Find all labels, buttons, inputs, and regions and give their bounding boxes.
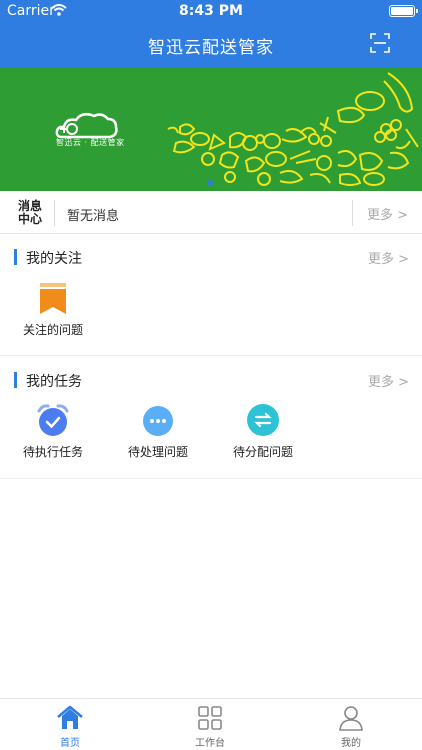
message-more-link[interactable]: 更多 > [367, 204, 408, 223]
swap-arrows-icon [247, 404, 279, 436]
banner-logo-text: 智迅云 · 配送管家 [56, 138, 125, 147]
followed-issues-label: 关注的问题 [22, 323, 83, 337]
grid-icon [198, 706, 222, 730]
task-section-header: 我的任务 更多 > [0, 370, 422, 390]
followed-issues-tile[interactable]: 关注的问题 [8, 283, 98, 338]
tab-home-label: 首页 [60, 738, 80, 749]
status-time: 8:43 PM [179, 3, 243, 19]
scan-icon[interactable] [370, 33, 390, 53]
carousel-indicator[interactable] [207, 180, 213, 186]
task-more-link[interactable]: 更多 > [368, 371, 409, 390]
message-center-bar[interactable]: 消息中心 暂无消息 更多 > [0, 191, 422, 234]
home-icon [57, 705, 83, 729]
more-dots-icon [143, 406, 173, 436]
status-bar: Carrier 8:43 PM [0, 0, 422, 22]
tab-mine[interactable]: 我的 [311, 705, 391, 749]
section-divider [0, 478, 422, 479]
battery-icon [389, 5, 418, 17]
tab-home[interactable]: 首页 [30, 705, 110, 749]
tab-workbench[interactable]: 工作台 [170, 705, 250, 749]
page-title: 智迅云配送管家 [148, 38, 274, 58]
unassigned-issues-label: 待分配问题 [232, 445, 293, 459]
bookmark-icon [40, 283, 66, 314]
unassigned-issues-tile[interactable]: 待分配问题 [218, 403, 308, 460]
user-icon [339, 706, 363, 731]
bottom-tab-bar: 首页 工作台 我的 [0, 698, 422, 750]
divider [352, 200, 353, 226]
pending-tasks-tile[interactable]: 待执行任务 [8, 403, 98, 460]
pending-issues-tile[interactable]: 待处理问题 [113, 403, 203, 460]
pending-tasks-label: 待执行任务 [22, 445, 83, 459]
follow-section-title: 我的关注 [26, 251, 82, 267]
section-divider [0, 355, 422, 356]
tab-workbench-label: 工作台 [195, 738, 225, 749]
message-center-tag: 消息中心 [17, 199, 42, 226]
alarm-clock-icon [37, 404, 69, 436]
message-text: 暂无消息 [67, 209, 120, 224]
app-header: Carrier 8:43 PM 智迅云配送管家 [0, 0, 422, 67]
tab-mine-label: 我的 [341, 738, 361, 749]
section-accent [14, 249, 17, 265]
divider [54, 200, 55, 226]
pending-issues-label: 待处理问题 [127, 445, 188, 459]
follow-more-link[interactable]: 更多 > [368, 248, 409, 267]
vegetables-illustration [167, 72, 419, 186]
follow-section-header: 我的关注 更多 > [0, 247, 422, 267]
task-section-title: 我的任务 [26, 374, 82, 390]
section-accent [14, 372, 17, 388]
